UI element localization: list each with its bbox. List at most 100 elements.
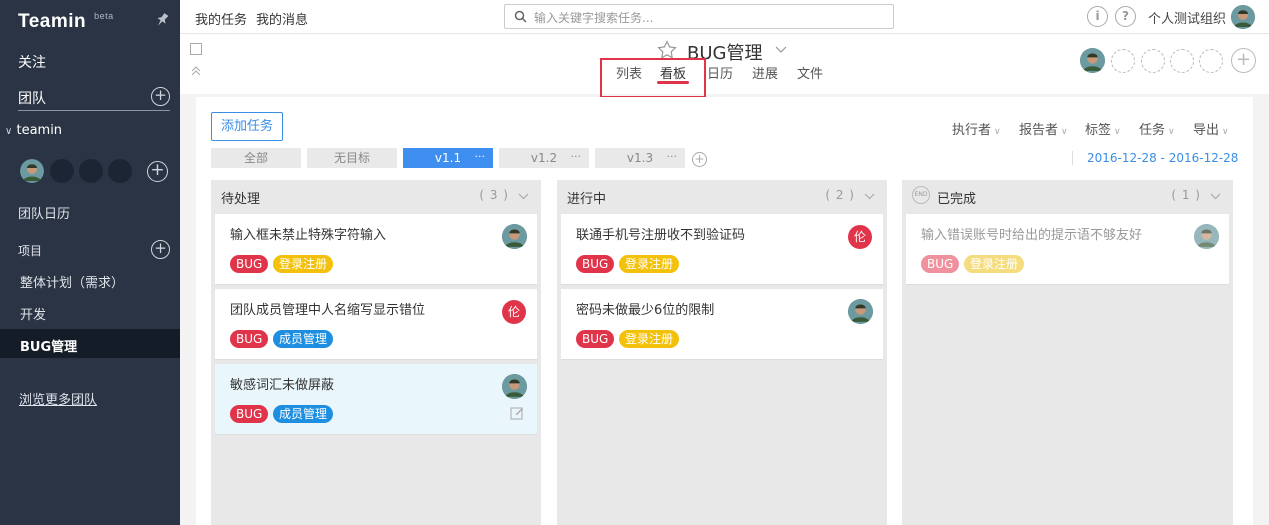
more-icon[interactable]: ··· — [571, 147, 582, 167]
sidebar-team-section: 团队 — [18, 91, 46, 107]
task-card-selected[interactable]: 敏感词汇未做屏蔽 BUG 成员管理 — [215, 364, 537, 435]
column-title: 已完成 — [937, 192, 977, 207]
fullscreen-icon[interactable] — [190, 43, 202, 55]
chevron-down-icon: ∨ — [1061, 127, 1068, 137]
milestone-label: v1.1 — [434, 151, 462, 165]
assignee-avatar[interactable] — [1194, 224, 1219, 249]
task-title: 输入错误账号时给出的提示语不够友好 — [921, 228, 1143, 243]
more-icon[interactable]: ··· — [667, 147, 678, 167]
add-project-icon[interactable]: + — [151, 240, 170, 259]
filter-reporter[interactable]: 报告者 ∨ — [1019, 119, 1068, 138]
sidebar-project-item[interactable]: 整体计划（需求） — [20, 272, 124, 291]
sidebar-divider — [18, 110, 170, 111]
browse-more-teams-link[interactable]: 浏览更多团队 — [19, 389, 97, 408]
assignee-avatar[interactable] — [502, 374, 527, 399]
member-placeholder[interactable] — [50, 159, 74, 183]
my-tasks-link[interactable]: 我的任务 — [195, 9, 247, 28]
sidebar-project-item[interactable]: 开发 — [20, 304, 46, 323]
info-icon[interactable]: i — [1087, 6, 1108, 27]
filter-label: 标签 — [1085, 123, 1112, 138]
help-icon[interactable]: ? — [1115, 6, 1136, 27]
chevron-down-icon[interactable] — [1210, 191, 1221, 202]
task-card[interactable]: 密码未做最少6位的限制 BUG 登录注册 — [561, 289, 883, 360]
column-count: ( 2 ) — [825, 188, 855, 202]
beta-badge: beta — [94, 11, 114, 21]
member-avatar[interactable] — [1080, 48, 1105, 73]
chevron-down-icon[interactable] — [864, 191, 875, 202]
chevron-down-icon[interactable] — [775, 43, 787, 55]
filter-tags[interactable]: 标签 ∨ — [1085, 119, 1121, 138]
tag-login: 登录注册 — [964, 255, 1025, 273]
member-slot[interactable] — [1141, 49, 1165, 73]
collapse-up-icon[interactable] — [190, 65, 202, 77]
filter-label: 报告者 — [1019, 123, 1059, 138]
add-task-button[interactable]: 添加任务 — [211, 112, 283, 141]
search-input[interactable]: 输入关键字搜索任务... — [504, 4, 894, 29]
task-card[interactable]: 输入错误账号时给出的提示语不够友好 BUG 登录注册 — [906, 214, 1229, 285]
milestone-label: v1.3 — [626, 151, 654, 165]
assignee-avatar[interactable] — [502, 224, 527, 249]
search-icon — [514, 10, 527, 23]
sidebar-project-item-active[interactable]: BUG管理 — [20, 336, 77, 355]
sidebar-team-calendar[interactable]: 团队日历 — [18, 203, 70, 222]
milestone-label: v1.2 — [530, 151, 558, 165]
org-name[interactable]: 个人测试组织 — [1148, 8, 1226, 27]
filter-tasks[interactable]: 任务 ∨ — [1139, 119, 1175, 138]
tag-login: 登录注册 — [273, 255, 334, 273]
tag-login: 登录注册 — [619, 255, 680, 273]
filter-label: 导出 — [1193, 123, 1220, 138]
chevron-down-icon: ∨ — [1222, 127, 1229, 137]
task-title: 联通手机号注册收不到验证码 — [576, 228, 746, 243]
milestone-none[interactable]: 无目标 — [307, 148, 397, 168]
tab-highlight-box — [600, 58, 706, 98]
star-icon[interactable] — [657, 40, 677, 60]
member-slot[interactable] — [1199, 49, 1223, 73]
add-milestone-icon[interactable]: + — [692, 152, 707, 167]
milestone-v1-2[interactable]: v1.2 ··· — [499, 148, 589, 168]
my-messages-link[interactable]: 我的消息 — [256, 9, 308, 28]
app-logo[interactable]: Teamin beta — [18, 11, 114, 33]
tab-files[interactable]: 文件 — [797, 63, 823, 82]
task-title: 密码未做最少6位的限制 — [576, 303, 715, 318]
export-dropdown[interactable]: 导出 ∨ — [1193, 119, 1229, 138]
task-card[interactable]: 联通手机号注册收不到验证码 BUG 登录注册 伦 — [561, 214, 883, 285]
sidebar-team-name[interactable]: ∨ teamin — [5, 123, 62, 138]
more-icon[interactable]: ··· — [475, 147, 486, 167]
add-project-member-button[interactable]: + — [1231, 48, 1256, 73]
chevron-down-icon[interactable] — [518, 191, 529, 202]
member-slot[interactable] — [1170, 49, 1194, 73]
filter-label: 执行者 — [952, 123, 992, 138]
task-card[interactable]: 团队成员管理中人名缩写显示错位 BUG 成员管理 伦 — [215, 289, 537, 360]
edit-icon[interactable] — [510, 406, 524, 420]
task-title: 敏感词汇未做屏蔽 — [230, 378, 335, 393]
milestone-all[interactable]: 全部 — [211, 148, 301, 168]
end-icon: END — [912, 186, 930, 204]
project-header: BUG管理 列表 看板 日历 进展 文件 + — [180, 34, 1269, 98]
tab-progress[interactable]: 进展 — [752, 63, 778, 82]
member-slot[interactable] — [1111, 49, 1135, 73]
tag-member: 成员管理 — [273, 330, 334, 348]
member-placeholder[interactable] — [108, 159, 132, 183]
date-range[interactable]: 2016-12-28 - 2016-12-28 — [1072, 151, 1238, 165]
filter-assignee[interactable]: 执行者 ∨ — [952, 119, 1001, 138]
assignee-initial[interactable]: 伦 — [848, 225, 872, 249]
tag-bug: BUG — [230, 330, 269, 348]
task-title: 输入框未禁止特殊字符输入 — [230, 228, 387, 243]
assignee-avatar[interactable] — [848, 299, 873, 324]
user-avatar[interactable] — [1231, 5, 1255, 29]
task-card[interactable]: 输入框未禁止特殊字符输入 BUG 登录注册 — [215, 214, 537, 285]
add-member-icon[interactable]: + — [147, 161, 168, 182]
filter-label: 任务 — [1139, 123, 1166, 138]
sidebar-follow[interactable]: 关注 — [18, 52, 46, 72]
tab-calendar[interactable]: 日历 — [707, 63, 733, 82]
tag-bug: BUG — [576, 255, 615, 273]
assignee-initial[interactable]: 伦 — [502, 300, 526, 324]
column-title: 待处理 — [221, 192, 261, 207]
milestone-v1-1[interactable]: v1.1 ··· — [403, 148, 493, 168]
member-placeholder[interactable] — [79, 159, 103, 183]
milestone-v1-3[interactable]: v1.3 ··· — [595, 148, 685, 168]
pin-icon[interactable] — [154, 12, 170, 28]
add-team-icon[interactable]: + — [151, 87, 170, 106]
avatar[interactable] — [20, 159, 44, 183]
column-in-progress: 进行中 ( 2 ) 联通手机号注册收不到验证码 BUG 登录注册 伦 密码未做最… — [557, 180, 887, 525]
